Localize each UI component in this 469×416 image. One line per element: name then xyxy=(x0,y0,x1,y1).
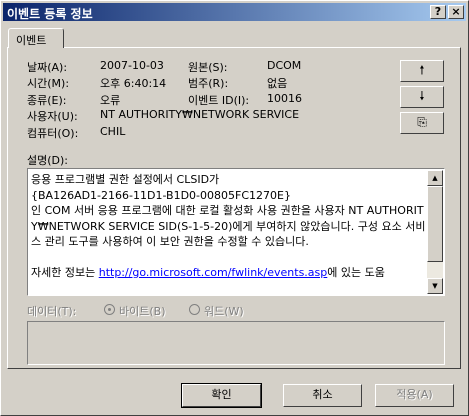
ok-label: 확인 xyxy=(211,388,232,401)
scroll-up-icon: ▲ xyxy=(432,174,438,182)
more-info-link[interactable]: http://go.microsoft.com/fwlink/events.as… xyxy=(99,266,328,279)
previous-event-button[interactable]: 🠕 xyxy=(400,60,444,82)
scroll-thumb[interactable] xyxy=(427,186,443,262)
type-value: 오류 xyxy=(100,94,121,107)
tab-event-label: 이벤트 xyxy=(16,34,47,47)
tab-event[interactable]: 이벤트 xyxy=(8,28,64,48)
scroll-down-icon: ▼ xyxy=(432,282,438,290)
date-label: 날짜(A): xyxy=(27,61,68,74)
description-textbox[interactable]: 응용 프로그램별 권한 설정에서 CLSID가 {BA126AD1-2166-1… xyxy=(27,168,445,296)
date-value: 2007-10-03 xyxy=(100,59,164,72)
bytes-radio[interactable] xyxy=(104,304,115,315)
source-label: 원본(S): xyxy=(188,61,228,74)
user-label: 사용자(U): xyxy=(27,110,78,123)
more-info-prefix: 자세한 정보는 xyxy=(31,266,99,279)
next-event-button[interactable]: 🠗 xyxy=(400,86,444,108)
copy-button[interactable]: ⎘ xyxy=(400,112,444,134)
source-value: DCOM xyxy=(267,59,302,72)
more-info-suffix: 에 있는 도움 xyxy=(327,266,385,279)
ok-button[interactable]: 확인 xyxy=(181,383,262,408)
description-scrollbar[interactable]: ▲ ▼ xyxy=(427,170,443,294)
description-text: 응용 프로그램별 권한 설정에서 CLSID가 {BA126AD1-2166-1… xyxy=(31,172,427,281)
category-value: 없음 xyxy=(267,77,288,90)
data-label: 데이터(T): xyxy=(27,305,77,318)
copy-icon: ⎘ xyxy=(417,115,427,129)
apply-button[interactable]: 적용(A) xyxy=(375,384,454,407)
event-id-label: 이벤트 ID(I): xyxy=(188,94,250,107)
window-title: 이벤트 등록 정보 xyxy=(7,7,93,21)
scroll-up-button[interactable]: ▲ xyxy=(427,170,443,186)
time-value: 오후 6:40:14 xyxy=(100,77,167,90)
description-label: 설명(D): xyxy=(27,154,68,167)
title-bar[interactable]: 이벤트 등록 정보 ? × xyxy=(3,3,466,21)
help-icon: ? xyxy=(434,5,442,18)
words-radio-label: 워드(W) xyxy=(204,305,244,318)
type-label: 종류(E): xyxy=(27,94,67,107)
arrow-up-icon: 🠕 xyxy=(419,63,425,77)
category-label: 범주(R): xyxy=(188,77,229,90)
event-id-value: 10016 xyxy=(267,92,302,105)
time-label: 시간(M): xyxy=(27,77,70,90)
event-properties-window: 이벤트 등록 정보 ? × 이벤트 날짜(A): 2007-10-03 시간(M… xyxy=(0,0,469,416)
user-value: NT AUTHORITY₩NETWORK SERVICE xyxy=(100,108,300,121)
close-icon: × xyxy=(451,5,461,18)
computer-label: 컴퓨터(O): xyxy=(27,127,79,140)
computer-value: CHIL xyxy=(100,125,126,138)
description-body: 응용 프로그램별 권한 설정에서 CLSID가 {BA126AD1-2166-1… xyxy=(31,173,426,248)
scroll-down-button[interactable]: ▼ xyxy=(427,278,443,294)
arrow-down-icon: 🠗 xyxy=(419,89,425,103)
data-textbox[interactable] xyxy=(27,321,445,365)
apply-label: 적용(A) xyxy=(396,388,433,401)
cancel-label: 취소 xyxy=(312,388,333,401)
cancel-button[interactable]: 취소 xyxy=(283,384,362,407)
help-button[interactable]: ? xyxy=(430,5,446,19)
bytes-radio-label: 바이트(B) xyxy=(119,305,166,318)
close-button[interactable]: × xyxy=(448,5,464,19)
words-radio[interactable] xyxy=(189,304,200,315)
